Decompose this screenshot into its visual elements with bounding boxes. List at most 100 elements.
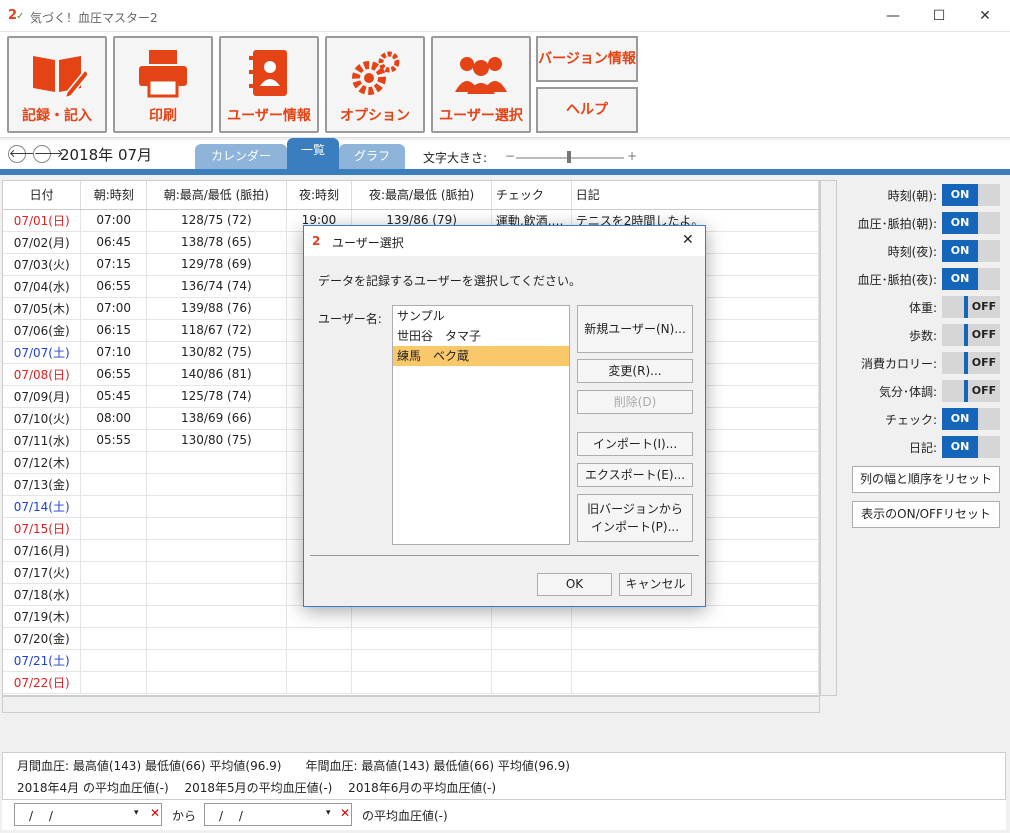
cell-date[interactable]: 07/13(金) (3, 473, 82, 496)
ok-button[interactable]: OK (537, 573, 612, 596)
date-from-dropdown-icon[interactable]: ▾ (134, 808, 139, 818)
cell-morning-bp[interactable]: 118/67 (72) (146, 319, 287, 342)
cell-date[interactable]: 07/09(月) (3, 385, 82, 408)
col-header-date[interactable]: 日付 (3, 181, 82, 210)
record-entry-button[interactable]: 記録・記入 (7, 36, 107, 133)
date-from-input[interactable]: / / (14, 803, 162, 826)
version-info-button[interactable]: バージョン情報 (536, 36, 638, 82)
cell-date[interactable]: 07/18(水) (3, 583, 82, 606)
change-user-button[interactable]: 変更(R)... (577, 359, 693, 383)
cell-date[interactable]: 07/11(水) (3, 429, 82, 452)
cell-morning-bp[interactable] (146, 517, 287, 540)
maximize-button[interactable]: ☐ (916, 0, 962, 32)
cell-date[interactable]: 07/01(日) (3, 209, 82, 232)
legacy-import-button[interactable]: 旧バージョンから インポート(P)... (577, 494, 693, 542)
col-header-morning-bp[interactable]: 朝:最高/最低 (脈拍) (146, 181, 287, 210)
cell-morning-time[interactable]: 07:00 (80, 209, 148, 232)
cell-date[interactable]: 07/07(土) (3, 341, 82, 364)
new-user-button[interactable]: 新規ユーザー(N)... (577, 305, 693, 353)
cell-date[interactable]: 07/16(月) (3, 539, 82, 562)
reset-onoff-button[interactable]: 表示のON/OFFリセット (852, 501, 1000, 528)
cell-night-bp[interactable] (351, 671, 492, 694)
cell-morning-bp[interactable] (146, 451, 287, 474)
cell-morning-time[interactable] (80, 583, 148, 606)
cell-date[interactable]: 07/05(木) (3, 297, 82, 320)
cell-morning-time[interactable] (80, 517, 148, 540)
cell-diary[interactable] (571, 605, 819, 628)
cell-date[interactable]: 07/22(日) (3, 671, 82, 694)
cell-check[interactable] (491, 627, 572, 650)
table-row[interactable]: 07/20(金) (3, 627, 819, 650)
cell-morning-time[interactable]: 08:00 (80, 407, 148, 430)
cell-morning-time[interactable] (80, 649, 148, 672)
date-to-dropdown-icon[interactable]: ▾ (326, 808, 331, 818)
close-button[interactable]: ✕ (962, 0, 1008, 32)
cell-morning-bp[interactable] (146, 561, 287, 584)
cell-diary[interactable] (571, 671, 819, 694)
cell-morning-bp[interactable] (146, 473, 287, 496)
cell-date[interactable]: 07/06(金) (3, 319, 82, 342)
user-list-item[interactable]: サンプル (393, 306, 569, 326)
prev-month-button[interactable]: 🡐 (8, 145, 39, 163)
cell-morning-time[interactable]: 07:10 (80, 341, 148, 364)
import-button[interactable]: インポート(I)... (577, 432, 693, 456)
cell-morning-bp[interactable] (146, 671, 287, 694)
cell-date[interactable]: 07/04(水) (3, 275, 82, 298)
cell-morning-bp[interactable]: 136/74 (74) (146, 275, 287, 298)
cell-morning-time[interactable] (80, 495, 148, 518)
visibility-toggle[interactable]: ON (942, 212, 1000, 234)
cell-morning-bp[interactable]: 128/75 (72) (146, 209, 287, 232)
help-button[interactable]: ヘルプ (536, 87, 638, 133)
cell-night-time[interactable] (286, 605, 353, 628)
col-header-check[interactable]: チェック (491, 181, 572, 210)
cell-check[interactable] (491, 649, 572, 672)
cell-morning-time[interactable]: 07:15 (80, 253, 148, 276)
cell-morning-time[interactable] (80, 561, 148, 584)
cell-morning-bp[interactable]: 130/80 (75) (146, 429, 287, 452)
user-list[interactable]: サンプル 世田谷 タマ子 練馬 ベク蔵 (392, 305, 570, 545)
cell-morning-time[interactable] (80, 473, 148, 496)
cell-night-bp[interactable] (351, 605, 492, 628)
cell-date[interactable]: 07/21(土) (3, 649, 82, 672)
print-button[interactable]: 印刷 (113, 36, 213, 133)
cell-morning-bp[interactable]: 129/78 (69) (146, 253, 287, 276)
cell-diary[interactable] (571, 649, 819, 672)
minimize-button[interactable]: — (870, 0, 916, 32)
visibility-toggle[interactable]: ON (942, 184, 1000, 206)
table-vertical-scrollbar[interactable] (820, 180, 837, 696)
cell-morning-bp[interactable]: 138/78 (65) (146, 231, 287, 254)
visibility-toggle[interactable]: ON (942, 268, 1000, 290)
cell-date[interactable]: 07/12(木) (3, 451, 82, 474)
cell-date[interactable]: 07/14(土) (3, 495, 82, 518)
cell-date[interactable]: 07/20(金) (3, 627, 82, 650)
export-button[interactable]: エクスポート(E)... (577, 463, 693, 487)
cell-morning-time[interactable] (80, 671, 148, 694)
cell-date[interactable]: 07/02(月) (3, 231, 82, 254)
user-list-item[interactable]: 世田谷 タマ子 (393, 326, 569, 346)
cell-diary[interactable] (571, 627, 819, 650)
visibility-toggle[interactable]: OFF (942, 324, 1000, 346)
cell-date[interactable]: 07/19(木) (3, 605, 82, 628)
cell-date[interactable]: 07/03(火) (3, 253, 82, 276)
cancel-button[interactable]: キャンセル (619, 573, 692, 596)
cell-date[interactable]: 07/10(火) (3, 407, 82, 430)
cell-morning-bp[interactable] (146, 649, 287, 672)
next-month-button[interactable]: 🡒 (33, 145, 64, 163)
cell-check[interactable] (491, 605, 572, 628)
cell-morning-bp[interactable] (146, 605, 287, 628)
cell-morning-bp[interactable]: 125/78 (74) (146, 385, 287, 408)
reset-columns-button[interactable]: 列の幅と順序をリセット (852, 466, 1000, 493)
tab-graph[interactable]: グラフ (339, 144, 405, 170)
col-header-morning-time[interactable]: 朝:時刻 (80, 181, 148, 210)
cell-morning-time[interactable]: 05:45 (80, 385, 148, 408)
visibility-toggle[interactable]: ON (942, 408, 1000, 430)
cell-morning-bp[interactable]: 139/88 (76) (146, 297, 287, 320)
cell-morning-time[interactable]: 06:55 (80, 363, 148, 386)
date-from-clear-icon[interactable]: ✕ (150, 806, 160, 820)
delete-user-button[interactable]: 削除(D) (577, 390, 693, 414)
cell-morning-time[interactable] (80, 605, 148, 628)
cell-date[interactable]: 07/17(火) (3, 561, 82, 584)
cell-morning-bp[interactable] (146, 583, 287, 606)
cell-morning-bp[interactable] (146, 539, 287, 562)
visibility-toggle[interactable]: ON (942, 240, 1000, 262)
